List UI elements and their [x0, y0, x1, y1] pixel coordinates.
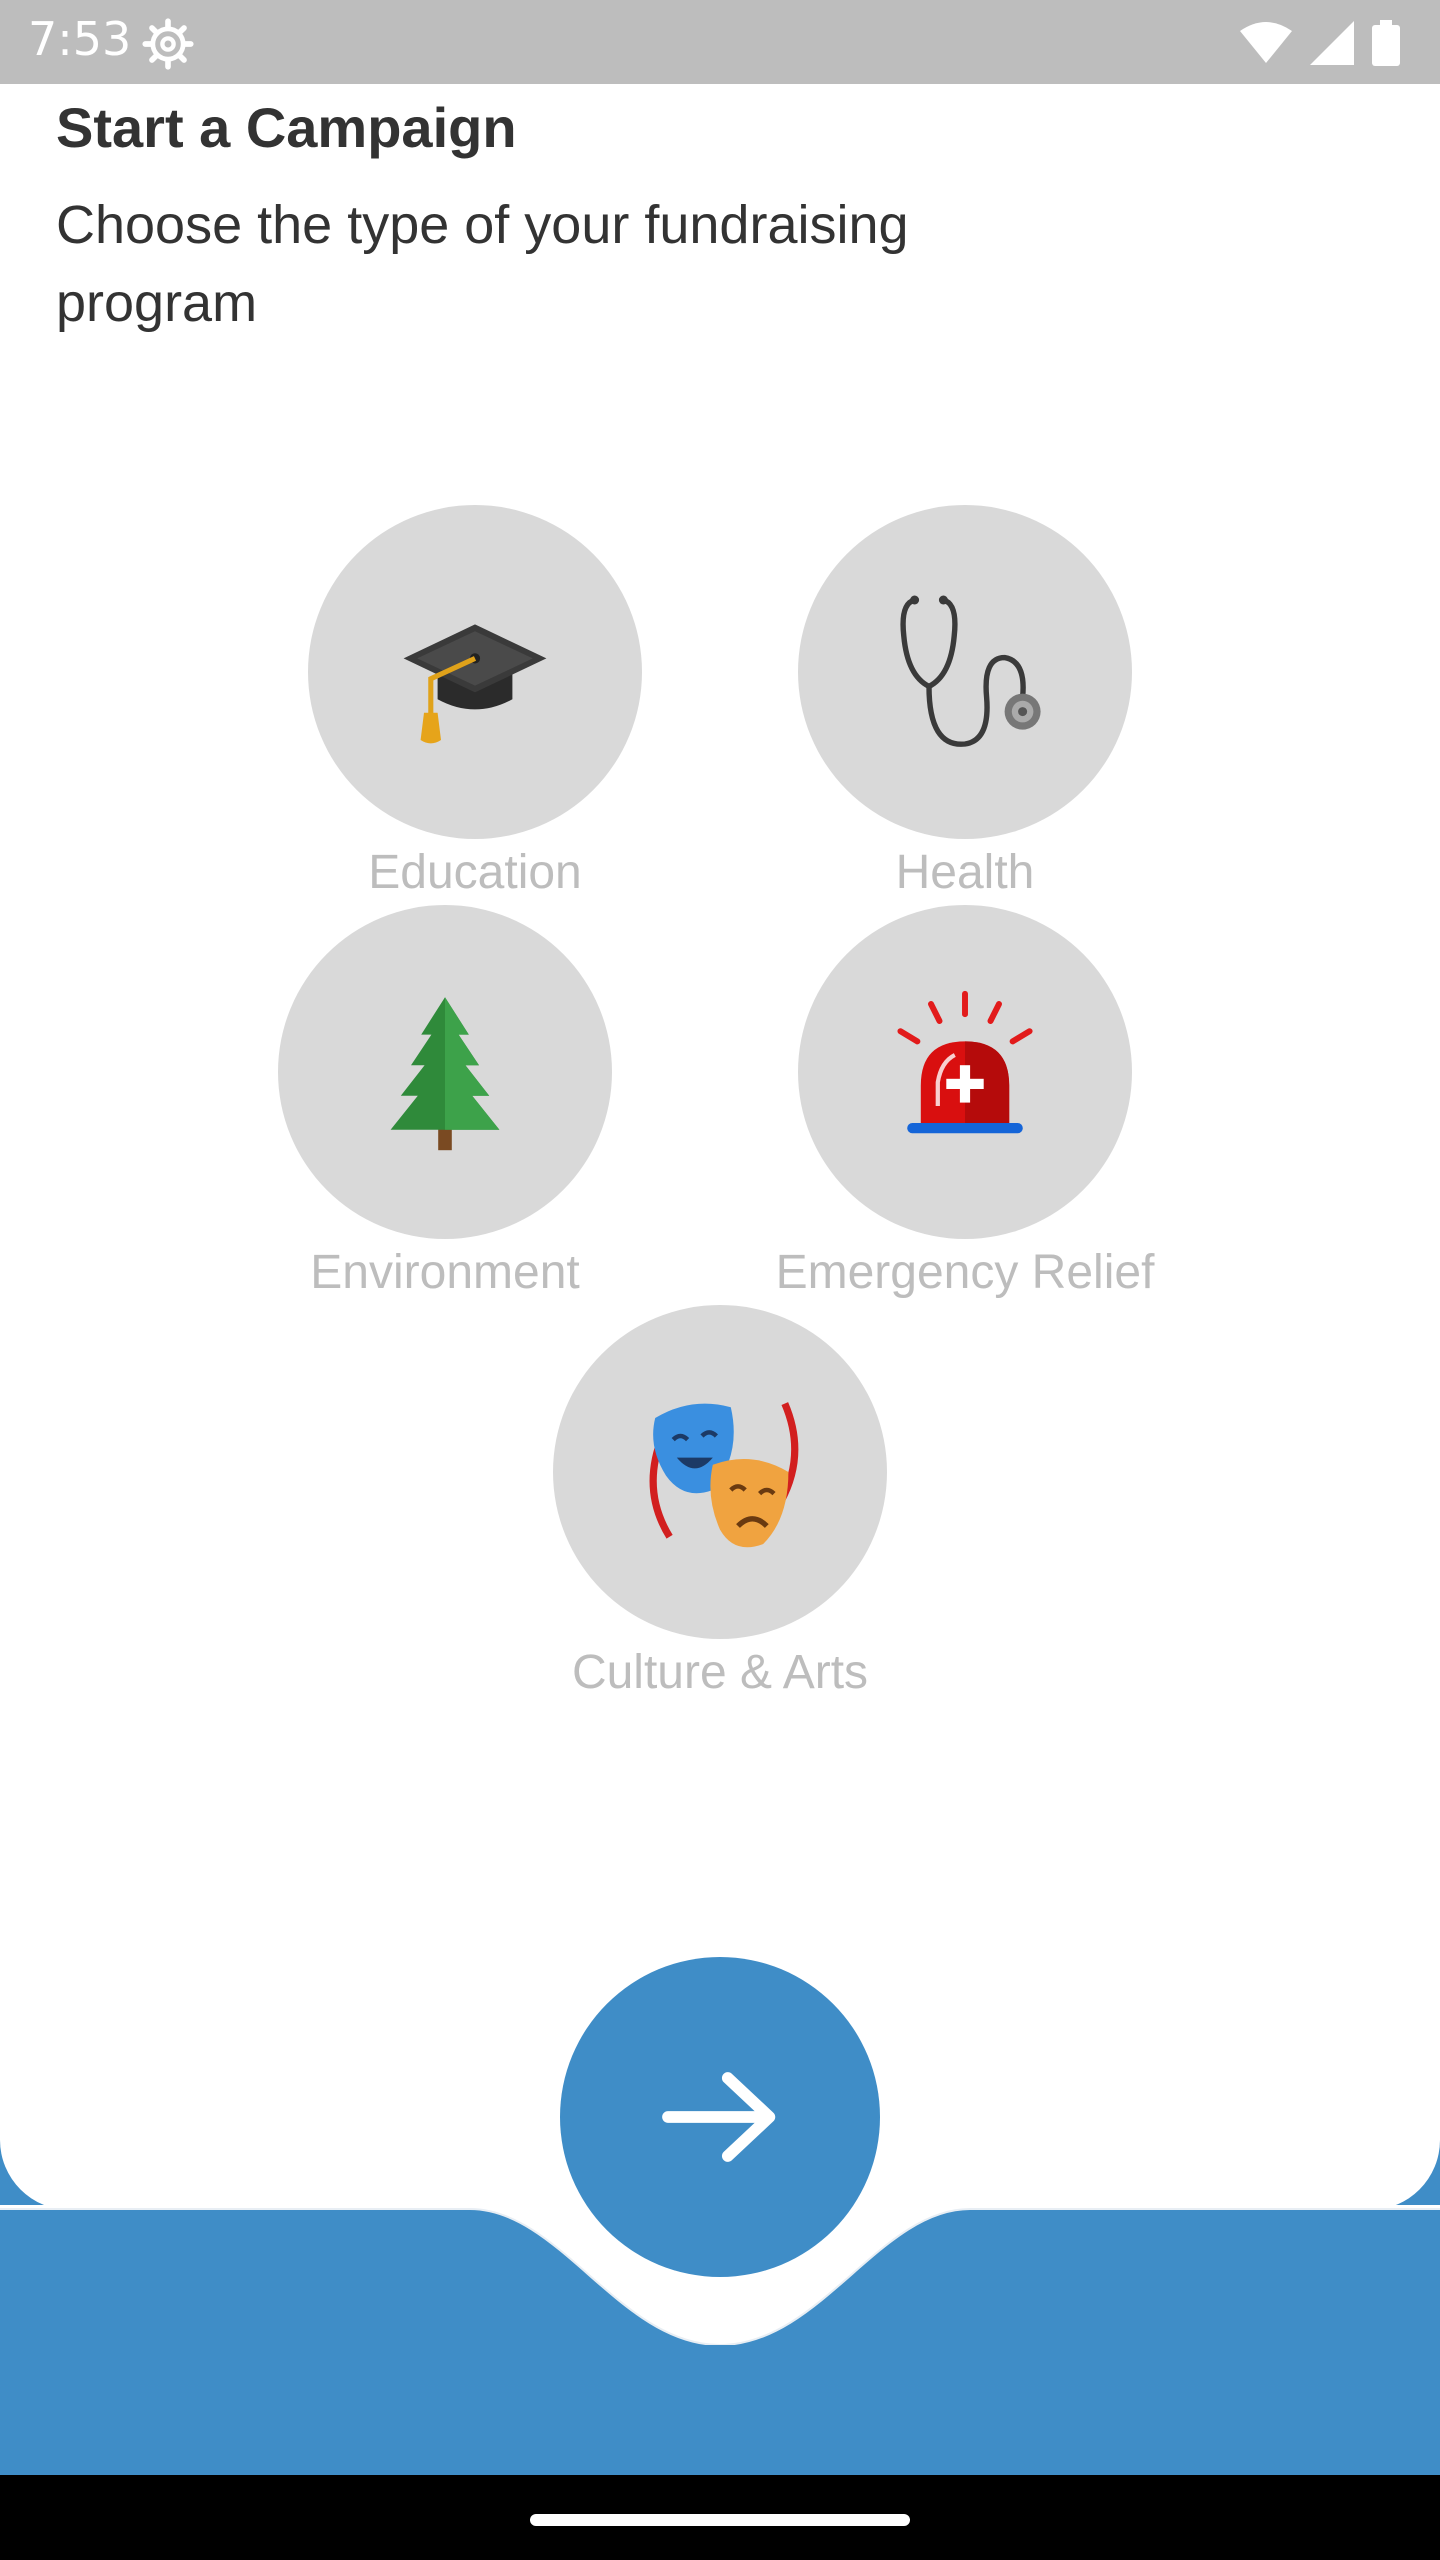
status-time: 7:53	[28, 12, 132, 66]
category-label: Environment	[310, 1246, 580, 1299]
category-icon-circle[interactable]	[278, 905, 612, 1239]
category-label: Culture & Arts	[571, 1646, 869, 1699]
page-title: Start a Campaign	[56, 96, 517, 159]
stethoscope-icon	[900, 595, 1041, 747]
evergreen-tree-icon	[390, 997, 500, 1151]
category-icon-circle[interactable]	[798, 505, 1132, 839]
arrow-right-icon	[662, 2072, 776, 2162]
theater-masks-icon	[649, 1402, 799, 1548]
category-education[interactable]: Education	[275, 505, 675, 900]
siren-icon	[897, 990, 1033, 1134]
status-bar: 7:53	[0, 0, 1440, 84]
category-health[interactable]: Health	[765, 505, 1165, 900]
graduation-cap-icon	[403, 624, 547, 744]
category-label: Emergency Relief	[775, 1246, 1155, 1299]
category-label: Health	[895, 846, 1035, 899]
category-icon-circle[interactable]	[553, 1305, 887, 1639]
category-culture-arts[interactable]: Culture & Arts	[520, 1305, 920, 1700]
category-icon-circle[interactable]	[798, 905, 1132, 1239]
navigation-bar	[0, 2475, 1440, 2560]
category-environment[interactable]: Environment	[245, 905, 645, 1300]
wifi-icon	[1240, 22, 1292, 63]
settings-gear-icon	[142, 18, 194, 70]
content-sheet	[0, 84, 1440, 2210]
page-subtitle: Choose the type of your fundraising prog…	[56, 195, 909, 333]
next-button[interactable]	[560, 1957, 880, 2277]
category-emergency-relief[interactable]: Emergency Relief	[765, 905, 1165, 1300]
cell-signal-icon	[1310, 21, 1354, 65]
home-gesture-handle[interactable]	[530, 2514, 910, 2526]
category-label: Education	[368, 846, 582, 899]
battery-icon	[1372, 20, 1400, 66]
category-icon-circle[interactable]	[308, 505, 642, 839]
